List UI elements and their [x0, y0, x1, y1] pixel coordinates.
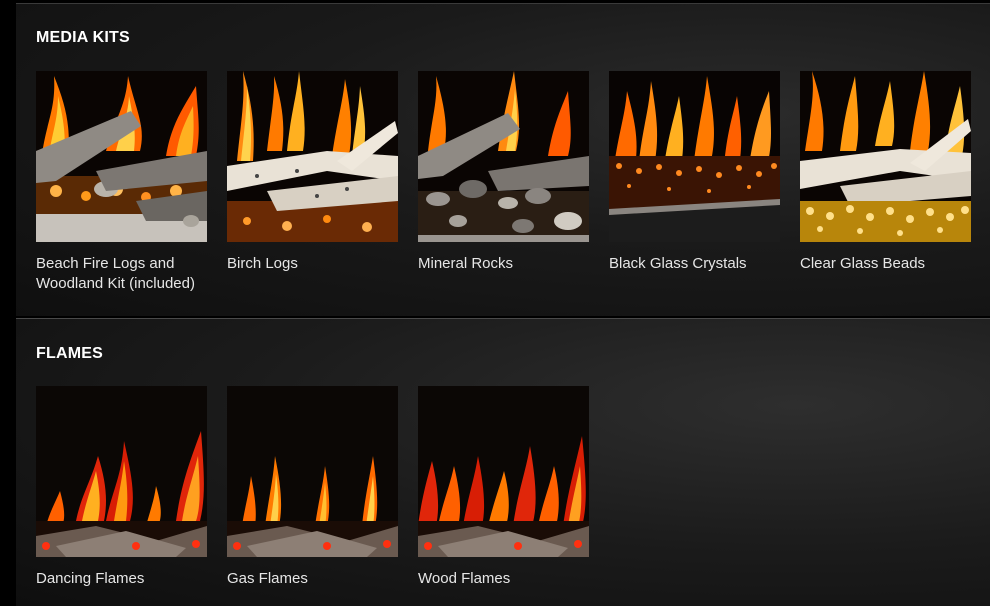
flames-title: FLAMES: [36, 345, 103, 362]
media-kits-section: MEDIA KITS Beach Fire Logs and Woodland …: [16, 3, 990, 316]
flame-gas[interactable]: Gas Flames: [227, 386, 398, 589]
media-kit-clear-glass-beads[interactable]: Clear Glass Beads: [800, 71, 971, 274]
mineral-rocks-label: Mineral Rocks: [418, 255, 514, 272]
media-kit-mineral-rocks[interactable]: Mineral Rocks: [418, 71, 589, 274]
flame-dancing[interactable]: Dancing Flames: [36, 386, 207, 589]
media-kits-title: MEDIA KITS: [36, 29, 130, 46]
clear-glass-beads-image[interactable]: [800, 71, 971, 242]
flames-section: FLAMES Dancing Flames Gas Flames Wood Fl…: [16, 318, 990, 606]
wood-flames-image[interactable]: [418, 386, 589, 557]
media-kit-black-glass-crystals[interactable]: Black Glass Crystals: [609, 71, 780, 274]
clear-glass-beads-label: Clear Glass Beads: [800, 255, 926, 272]
media-kit-birch-logs[interactable]: Birch Logs: [227, 71, 398, 274]
black-glass-crystals-label: Black Glass Crystals: [609, 255, 747, 272]
beach-fire-logs-image[interactable]: [36, 71, 207, 242]
gas-flames-image[interactable]: [227, 386, 398, 557]
black-glass-crystals-image[interactable]: [609, 71, 780, 242]
beach-fire-logs-label: Beach Fire Logs and Woodland Kit (includ…: [36, 255, 195, 292]
birch-logs-image[interactable]: [227, 71, 398, 242]
dancing-flames-label: Dancing Flames: [36, 570, 145, 587]
left-edge: [0, 0, 16, 606]
mineral-rocks-image[interactable]: [418, 71, 589, 242]
dancing-flames-image[interactable]: [36, 386, 207, 557]
gas-flames-label: Gas Flames: [227, 570, 308, 587]
media-kit-beach-fire-logs[interactable]: Beach Fire Logs and Woodland Kit (includ…: [36, 71, 207, 294]
wood-flames-label: Wood Flames: [418, 570, 511, 587]
birch-logs-label: Birch Logs: [227, 255, 298, 272]
flame-wood[interactable]: Wood Flames: [418, 386, 589, 589]
